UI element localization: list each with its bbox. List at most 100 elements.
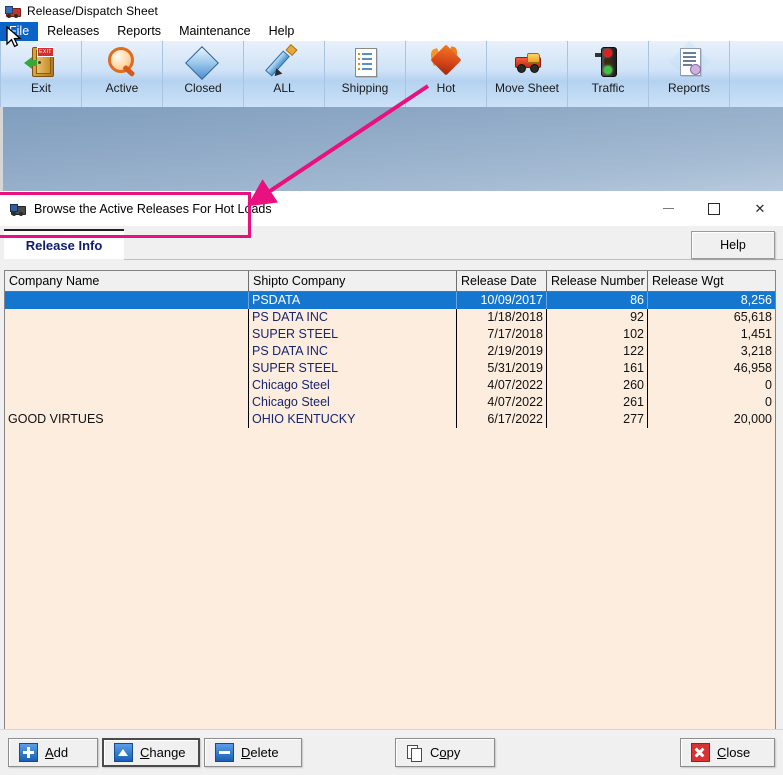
cell-release-date: 2/19/2019 [457,343,547,360]
report-document-icon [668,40,711,83]
cell-release-number: 277 [547,411,648,428]
window-controls: ✕ [645,191,783,226]
toolbar-label-exit: Exit [30,81,51,95]
toolbar-label-active: Active [105,81,139,95]
cell-release-date: 6/17/2022 [457,411,547,428]
grid-body: PSDATA 10/09/2017 86 8,256 PS DATA INC 1/18/2… [5,292,775,775]
up-triangle-icon [114,743,133,762]
toolbar-label-closed: Closed [184,81,222,95]
table-row[interactable]: SUPER STEEL 5/31/2019 161 46,958 [5,360,775,377]
mdi-client-area [0,107,783,191]
menu-releases[interactable]: Releases [38,22,108,41]
cell-release-number: 122 [547,343,648,360]
toolbar-button-closed[interactable]: Closed [163,41,244,107]
toolbar-button-reports[interactable]: Reports [649,40,730,107]
delete-button[interactable]: Delete [204,738,302,767]
column-header-release-date[interactable]: Release Date [457,271,547,291]
cell-shipto-company: PSDATA [249,292,457,309]
list-sheet-icon [348,45,382,79]
menu-maintenance[interactable]: Maintenance [170,22,260,41]
toolbar-button-traffic[interactable]: Traffic [568,41,649,107]
cell-release-wgt: 0 [765,395,772,409]
cell-release-wgt: 8,256 [740,293,772,307]
copy-button[interactable]: Copy [395,738,495,767]
truck-icon [5,3,21,19]
app-titlebar: Release/Dispatch Sheet [0,0,783,22]
toolbar-button-shipping[interactable]: Shipping [325,41,406,107]
traffic-light-icon [591,45,625,79]
cell-release-wgt: 46,958 [733,361,772,375]
maximize-icon[interactable] [691,191,737,226]
table-row[interactable]: GOOD VIRTUES OHIO KENTUCKY 6/17/2022 277 20,… [5,411,775,428]
tab-release-info[interactable]: Release Info [4,229,124,259]
column-header-company-name[interactable]: Company Name [5,271,249,291]
exit-door-icon: EXIT [24,45,58,79]
toolbar-button-hot[interactable]: Hot [406,41,487,107]
minimize-icon[interactable] [645,191,691,226]
cell-release-wgt: 1,451 [740,327,772,341]
cell-release-wgt: 65,618 [733,310,772,324]
cell-release-date: 4/07/2022 [457,394,547,411]
cell-release-date: 7/17/2018 [457,326,547,343]
cell-release-wgt: 0 [765,378,772,392]
menubar: File Releases Reports Maintenance Help [0,22,783,41]
table-row[interactable]: PSDATA 10/09/2017 86 8,256 [5,292,775,309]
cell-shipto-company: PS DATA INC [249,309,457,326]
menu-file[interactable]: File [0,22,39,41]
table-row[interactable]: PS DATA INC 2/19/2019 122 3,218 [5,343,775,360]
toolbar-button-move-sheet[interactable]: Move Sheet [487,41,568,107]
cell-shipto-company: PS DATA INC [249,343,457,360]
cell-release-number: 260 [547,377,648,394]
toolbar-button-active[interactable]: Active [82,41,163,107]
close-button[interactable]: Close [680,738,775,767]
change-button[interactable]: Change [102,738,200,767]
cell-company-name [5,343,249,360]
toolbar-label-move-sheet: Move Sheet [494,81,560,95]
application-window: Release/Dispatch Sheet File Releases Rep… [0,0,783,775]
cell-release-date: 1/18/2018 [457,309,547,326]
add-button-label: Add [45,745,69,760]
cell-shipto-company: OHIO KENTUCKY [249,411,457,428]
add-button[interactable]: Add [8,738,98,767]
cell-company-name [5,394,249,411]
copy-button-label: Copy [430,745,461,760]
menu-help[interactable]: Help [260,22,304,41]
table-row[interactable]: Chicago Steel 4/07/2022 261 0 [5,394,775,411]
help-button[interactable]: Help [691,231,775,259]
cell-company-name [5,292,249,309]
table-row[interactable]: SUPER STEEL 7/17/2018 102 1,451 [5,326,775,343]
change-button-label: Change [140,745,186,760]
toolbar-label-reports: Reports [667,81,711,95]
column-header-release-wgt[interactable]: Release Wgt [648,271,775,291]
toolbar-button-exit[interactable]: EXIT Exit [0,41,82,107]
minus-icon [215,743,234,762]
cell-shipto-company: Chicago Steel [249,377,457,394]
magnifier-icon [105,45,139,79]
child-window-title: Browse the Active Releases For Hot Loads [34,201,272,216]
cell-release-wgt: 3,218 [740,344,772,358]
cell-release-date: 4/07/2022 [457,377,547,394]
table-row[interactable]: PS DATA INC 1/18/2018 92 65,618 [5,309,775,326]
child-window-titlebar: Browse the Active Releases For Hot Loads… [0,191,783,226]
app-title: Release/Dispatch Sheet [27,4,158,18]
truck-icon [10,201,26,217]
cell-release-number: 102 [547,326,648,343]
close-icon[interactable]: ✕ [737,191,783,226]
toolbar-button-all[interactable]: ALL [244,41,325,107]
cell-company-name [5,326,249,343]
cell-shipto-company: SUPER STEEL [249,360,457,377]
browse-releases-window: Browse the Active Releases For Hot Loads… [0,191,783,775]
menu-reports[interactable]: Reports [108,22,170,41]
column-header-release-number[interactable]: Release Number [547,271,648,291]
toolbar-label-hot: Hot [436,81,456,95]
cell-shipto-company: Chicago Steel [249,394,457,411]
table-row[interactable]: Chicago Steel 4/07/2022 260 0 [5,377,775,394]
column-header-shipto-company[interactable]: Shipto Company [249,271,457,291]
cell-release-number: 86 [547,292,648,309]
toolbar-label-shipping: Shipping [341,81,389,95]
delete-button-label: Delete [241,745,279,760]
close-button-label: Close [717,745,751,760]
cell-release-number: 92 [547,309,648,326]
tabstrip-filler [124,229,783,260]
toolbar: EXIT Exit Active Closed ALL Shipping Hot… [0,40,783,108]
